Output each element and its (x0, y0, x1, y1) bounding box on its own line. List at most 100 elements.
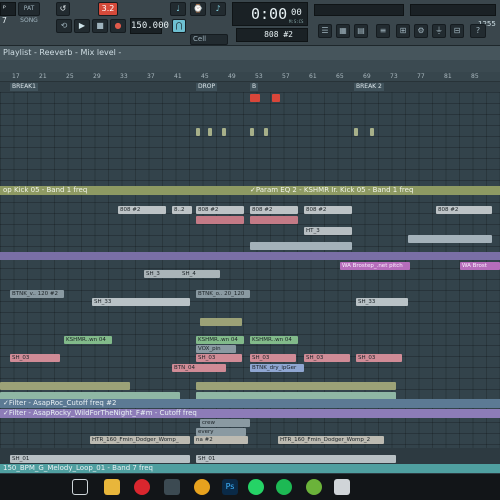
clip-808[interactable]: 808 #2 (436, 206, 492, 214)
countdown-icon[interactable]: ♪ (210, 2, 226, 16)
clip-sh01[interactable]: SH_01 (10, 455, 190, 463)
pattern-mode-icon[interactable]: ↺ (56, 2, 70, 16)
clip-wa-brost[interactable]: WA Brost (460, 262, 500, 270)
clip[interactable] (222, 128, 226, 136)
clip-btnk-dry[interactable]: BTNK_dry_ipGer (250, 364, 304, 372)
marker-b[interactable]: B (250, 83, 259, 91)
clip-crew[interactable]: crew (200, 419, 250, 427)
playlist-grid[interactable]: op Kick 05 - Band 1 freq ✓Param EQ 2 - K… (0, 92, 500, 448)
pattern-name-selector[interactable]: 808 #2 (236, 28, 308, 42)
clip-sh33[interactable]: SH_33 (92, 298, 190, 306)
clip-sh03[interactable]: SH_03 (250, 354, 296, 362)
help-icon[interactable]: ? (470, 24, 486, 38)
ruler-tick: 69 (363, 73, 371, 80)
clip-kshmr[interactable]: KSHMR..wn 04 (64, 336, 112, 344)
plugin-picker-icon[interactable]: ⚙ (414, 24, 428, 38)
clip-kshmr[interactable]: KSHMR..wn 04 (196, 336, 244, 344)
tray-icon[interactable] (164, 479, 180, 495)
record-options-icon[interactable]: 3.2 (98, 2, 118, 16)
clip-htr[interactable]: HTR_160_Fmin_Dodger_Womp_ (90, 436, 190, 444)
channel-rack-icon[interactable]: ▦ (336, 24, 350, 38)
clip-sh4[interactable]: SH_4 (180, 270, 220, 278)
clip-label: 150_BPM_G_Melody_Loop_01 - Band 7 freq (3, 464, 153, 472)
opera-icon[interactable] (134, 479, 150, 495)
clip[interactable] (200, 318, 242, 326)
clip[interactable] (196, 382, 396, 390)
clip-sh03[interactable]: SH_03 (196, 354, 242, 362)
metronome-icon[interactable]: ♩ (170, 2, 186, 16)
snap-selector[interactable]: Cell (190, 34, 228, 45)
clip-sh01[interactable]: SH_01 (196, 455, 396, 463)
play-button[interactable]: ▶ (74, 19, 90, 33)
clip[interactable] (272, 94, 280, 102)
plug-icon[interactable]: ⏚ (432, 24, 446, 38)
task-view-icon[interactable] (72, 479, 88, 495)
snap-magnet-icon[interactable]: ⋂ (172, 19, 186, 33)
clip-808[interactable]: 808 #2 (118, 206, 166, 214)
loop-icon[interactable]: ⟲ (56, 19, 72, 33)
clip[interactable] (208, 128, 212, 136)
ruler-tick: 33 (120, 73, 128, 80)
clip-sh03[interactable]: SH_03 (304, 354, 350, 362)
fl-studio-icon[interactable] (194, 479, 210, 495)
clip[interactable] (196, 128, 200, 136)
clip[interactable] (250, 242, 352, 250)
stop-button[interactable]: ■ (92, 19, 108, 33)
marker-break2[interactable]: BREAK 2 (354, 83, 384, 91)
tempo-display[interactable]: 150.000 (130, 18, 169, 34)
clip-808[interactable]: 808 #2 (304, 206, 352, 214)
clip[interactable] (354, 128, 358, 136)
clip-every[interactable]: every (196, 428, 246, 436)
wait-input-icon[interactable]: ⌚ (190, 2, 206, 16)
clip-sh33[interactable]: SH_33 (356, 298, 408, 306)
clip[interactable] (196, 216, 244, 224)
clip[interactable] (250, 94, 260, 102)
clip-808[interactable]: 808 #2 (196, 206, 244, 214)
clip[interactable] (370, 128, 374, 136)
clip[interactable] (264, 128, 268, 136)
ruler-tick: 77 (417, 73, 425, 80)
photoshop-icon[interactable]: Ps (222, 479, 238, 495)
marker-drop[interactable]: DROP (196, 83, 218, 91)
playlist-icon[interactable]: ≡ (376, 24, 390, 38)
automation-kick-band1[interactable]: op Kick 05 - Band 1 freq ✓Param EQ 2 - K… (0, 186, 500, 195)
spotify-icon[interactable] (276, 479, 292, 495)
clip-btnk-v[interactable]: BTNK_v.. 120 #2 (10, 290, 64, 298)
clip-kshmr[interactable]: KSHMR..wn 04 (250, 336, 298, 344)
purple-track[interactable] (0, 252, 500, 260)
automation-filter-2[interactable]: ✓Filter - AsapRoc_Cutoff freq #2 (0, 399, 500, 408)
piano-roll-icon[interactable]: ▤ (354, 24, 368, 38)
clip-btn04[interactable]: BTN_04 (172, 364, 226, 372)
ruler-tick: 41 (174, 73, 182, 80)
clip-htr[interactable]: HTR_160_Fmin_Dodger_Womp_2 (278, 436, 384, 444)
marker-break1[interactable]: BREAK1 (10, 83, 38, 91)
browser-icon[interactable]: ⊞ (396, 24, 410, 38)
pattern-selector[interactable]: ᴾ 7 (0, 2, 16, 25)
ruler-tick: 73 (390, 73, 398, 80)
melody-loop-track[interactable]: 150_BPM_G_Melody_Loop_01 - Band 7 freq (0, 464, 500, 473)
clip-btnk[interactable]: BTNK_o.. 20_120 (196, 290, 250, 298)
clip-wa-brostep[interactable]: WA Brostep_.net pitch (340, 262, 410, 270)
chrome-icon[interactable] (334, 479, 350, 495)
file-explorer-icon[interactable] (104, 479, 120, 495)
clip-808[interactable]: 8..2 (172, 206, 192, 214)
timeline-ruler[interactable]: 17 21 25 29 33 37 41 45 49 53 57 61 65 69 73 77 81 85 (0, 72, 500, 82)
automation-filter-asap[interactable]: ✓Filter - AsapRocky_WildForTheNight_F#m … (0, 409, 500, 418)
clip-sh03[interactable]: SH_03 (10, 354, 60, 362)
mixer-icon[interactable]: ☰ (318, 24, 332, 38)
clip-na2[interactable]: na #2 (194, 436, 248, 444)
clip-808[interactable]: 808 #2 (250, 206, 298, 214)
whatsapp-icon[interactable] (248, 479, 264, 495)
clip[interactable] (0, 382, 130, 390)
clip[interactable] (408, 235, 492, 243)
clip-vox[interactable]: VOX_pin (196, 345, 236, 353)
clip-ht3[interactable]: HT_3 (304, 227, 352, 235)
clip-sh03[interactable]: SH_03 (356, 354, 402, 362)
sampler-icon[interactable]: ⊟ (450, 24, 464, 38)
pat-song-toggle[interactable]: PAT SONG (18, 2, 40, 24)
record-button[interactable]: ● (110, 19, 126, 33)
clip[interactable] (250, 216, 298, 224)
utorrent-icon[interactable] (306, 479, 322, 495)
clip[interactable] (250, 128, 254, 136)
taskbar: Ps (0, 474, 500, 500)
